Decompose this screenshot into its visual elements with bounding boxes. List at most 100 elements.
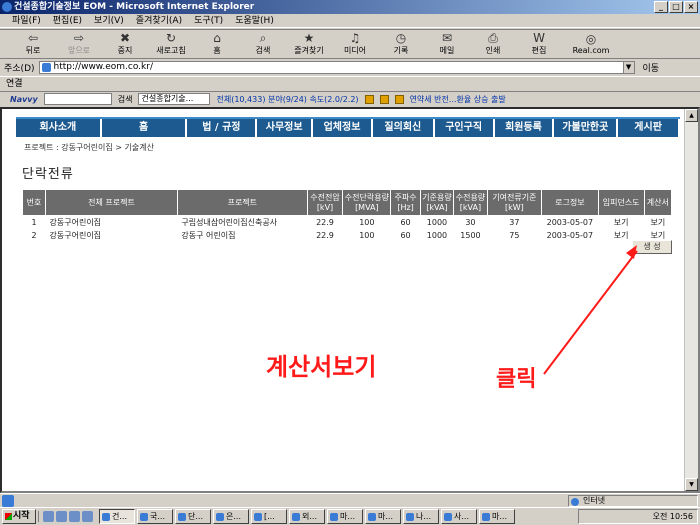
table-cell: 강동구 어린이집: [181, 230, 236, 240]
media-icon: ♫: [349, 31, 361, 45]
column-header: 전체 프로젝트: [45, 189, 178, 216]
toolbar-button-10[interactable]: ⎙ 인쇄: [472, 30, 514, 58]
toolbar-button-9[interactable]: ✉ 메일: [426, 30, 468, 58]
nav-item-8[interactable]: 가볼만한곳: [554, 119, 619, 137]
toolbar-button-4[interactable]: ⌂ 홈: [196, 30, 238, 58]
taskbar-task[interactable]: 마...: [365, 509, 401, 524]
navvy-logo[interactable]: Navvy: [10, 95, 38, 104]
impedance-view-link[interactable]: 보기: [598, 216, 644, 229]
minimize-button[interactable]: _: [654, 1, 668, 13]
address-bar: 주소(D) http://www.eom.co.kr/ ▼ 이동: [0, 60, 700, 75]
quick-launch-icon[interactable]: [69, 511, 80, 522]
annotation-view-report: 계산서보기: [266, 353, 377, 381]
close-button[interactable]: ×: [684, 1, 698, 13]
nav-item-9[interactable]: 게시판: [618, 119, 681, 137]
start-button[interactable]: 시작: [2, 509, 36, 524]
toolbar-button-11[interactable]: W 편집: [518, 30, 560, 58]
quick-launch-icon[interactable]: [56, 511, 67, 522]
taskbar-task[interactable]: 마...: [479, 509, 515, 524]
taskbar-task[interactable]: 사...: [441, 509, 477, 524]
toolbar-button-12[interactable]: ◎ Real.com: [564, 30, 618, 58]
zone-label: 인터넷: [583, 496, 606, 505]
menu-help[interactable]: 도움말(H): [235, 14, 274, 27]
menu-tools[interactable]: 도구(T): [194, 14, 223, 27]
clock: 오전 10:56: [652, 512, 693, 521]
table-cell: 100: [359, 230, 375, 240]
ie-logo-icon: [2, 2, 12, 12]
toolbar-button-5[interactable]: ⌕ 검색: [242, 30, 284, 58]
toolbar-button-3[interactable]: ↻ 새로고침: [150, 30, 192, 58]
navvy-result-box[interactable]: 건설종합기술...: [138, 93, 211, 105]
table-cell: 강동구어린이집: [49, 230, 102, 240]
navvy-search-input[interactable]: [43, 93, 112, 105]
nav-item-2[interactable]: 법 / 규정: [187, 119, 258, 137]
table-cell: 100: [359, 217, 375, 227]
taskbar-task[interactable]: 국...: [137, 509, 173, 524]
toolbar-button-2[interactable]: ✖ 중지: [104, 30, 146, 58]
nav-item-4[interactable]: 업체정보: [313, 119, 373, 137]
taskbar-task[interactable]: [...: [251, 509, 287, 524]
page-title: 단락전류: [22, 167, 74, 182]
breadcrumb: 프로젝트 : 강동구어린이집 > 기술계산: [24, 143, 154, 152]
navvy-search-button[interactable]: 검색: [118, 94, 133, 105]
table-cell: 30: [465, 217, 476, 227]
taskbar: 시작 건... 국... 단... 은... [... 외... 마... 마... 나... 사…: [0, 507, 700, 525]
nav-item-5[interactable]: 질의회신: [373, 119, 435, 137]
column-header: 번호: [21, 189, 47, 216]
go-button[interactable]: 이동: [643, 61, 660, 74]
pen-icon[interactable]: [394, 94, 404, 104]
toolbar-button-label: 뒤로: [25, 46, 41, 55]
nav-item-1[interactable]: 홈: [102, 119, 188, 137]
toolbar-button-0[interactable]: ⇦ 뒤로: [12, 30, 54, 58]
page-content: 회사소개 홈 법 / 규정 사무정보 업체정보 질의회신 구인구직 회원등록 가볼만한곳 게시판 …: [0, 107, 700, 493]
chevron-down-icon[interactable]: ▼: [622, 62, 634, 73]
taskbar-task[interactable]: 단...: [175, 509, 211, 524]
menu-file[interactable]: 파일(F): [12, 14, 41, 27]
nav-item-3[interactable]: 사무정보: [257, 119, 314, 137]
edit-icon: W: [533, 31, 545, 45]
nav-item-6[interactable]: 구인구직: [435, 119, 495, 137]
column-header: 프로젝트: [176, 189, 308, 216]
address-input[interactable]: http://www.eom.co.kr/ ▼: [38, 61, 635, 74]
quick-launch-icon[interactable]: [43, 511, 54, 522]
toolbar-button-6[interactable]: ★ 즐겨찾기: [288, 30, 330, 58]
taskbar-task[interactable]: 마...: [327, 509, 363, 524]
scroll-down-icon[interactable]: ▼: [685, 478, 698, 491]
column-header: 수전용량 [kVA]: [453, 189, 488, 216]
table-cell: 1000: [426, 217, 448, 227]
menu-view[interactable]: 보기(V): [94, 14, 124, 27]
navvy-tool-icon[interactable]: [364, 94, 374, 104]
toolbar-button-label: 새로고침: [156, 46, 186, 55]
report-view-link[interactable]: 보기: [644, 216, 671, 229]
internet-zone-icon: [571, 498, 579, 506]
folder-icon[interactable]: [379, 94, 389, 104]
title-bar: 건설종합기술정보 EOM - Microsoft Internet Explor…: [0, 0, 700, 14]
toolbar-button-8[interactable]: ◷ 기록: [380, 30, 422, 58]
navvy-stats[interactable]: 전체(10,433) 분야(9/24) 속도(2.0/2.2): [216, 94, 358, 105]
toolbar-button-1[interactable]: ⇨ 앞으로: [58, 30, 100, 58]
menu-favorites[interactable]: 즐겨찾기(A): [136, 14, 182, 27]
quick-launch-icon[interactable]: [82, 511, 93, 522]
quick-launch: [38, 511, 97, 522]
maximize-button[interactable]: □: [669, 1, 683, 13]
vertical-scrollbar[interactable]: ▲ ▼: [684, 109, 698, 491]
page-status-icon: [2, 495, 14, 507]
taskbar-task[interactable]: 외...: [289, 509, 325, 524]
taskbar-task[interactable]: 나...: [403, 509, 439, 524]
scroll-up-icon[interactable]: ▲: [685, 109, 698, 122]
taskbar-task[interactable]: 건...: [99, 509, 135, 524]
annotation-click: 클릭: [496, 367, 537, 392]
navvy-news[interactable]: 연약세 반전...환율 상승 출발: [410, 94, 506, 105]
table-cell: 2: [31, 230, 37, 240]
links-bar: 연결: [0, 76, 700, 90]
nav-item-7[interactable]: 회원등록: [495, 119, 555, 137]
table-cell: 22.9: [316, 230, 334, 240]
links-label[interactable]: 연결: [6, 79, 23, 89]
taskbar-task[interactable]: 은...: [213, 509, 249, 524]
toolbar-button-7[interactable]: ♫ 미디어: [334, 30, 376, 58]
menu-edit[interactable]: 편집(E): [53, 14, 82, 27]
navvy-toolbar: Navvy 검색 건설종합기술... 전체(10,433) 분야(9/24) 속…: [0, 91, 700, 106]
page-icon: [41, 63, 51, 72]
column-header: 로그정보: [541, 189, 599, 216]
nav-item-0[interactable]: 회사소개: [16, 119, 102, 137]
